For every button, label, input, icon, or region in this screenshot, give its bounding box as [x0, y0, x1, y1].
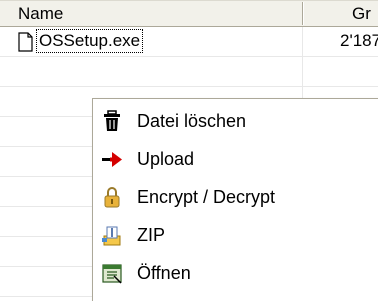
column-divider[interactable] — [302, 2, 304, 25]
lock-icon — [104, 187, 120, 208]
zip-archive-icon — [102, 226, 121, 246]
file-icon — [18, 32, 33, 52]
menu-item-open[interactable]: Öffnen — [93, 255, 378, 291]
menu-item-label: Datei löschen — [137, 111, 247, 131]
file-size: 2'187 — [340, 31, 378, 50]
menu-item-label: Encrypt / Decrypt — [137, 187, 276, 207]
row-divider — [302, 27, 303, 56]
column-header-name[interactable]: Name — [18, 1, 304, 26]
menu-item-label: Upload — [137, 149, 195, 169]
menu-item-upload[interactable]: Upload — [93, 141, 378, 177]
context-menu: Datei löschen Upload Encrypt / Decrypt Z… — [92, 98, 378, 301]
file-name[interactable]: OSSetup.exe — [35, 29, 144, 53]
open-icon — [102, 264, 122, 284]
menu-item-zip[interactable]: ZIP — [93, 217, 378, 253]
column-header-size[interactable]: Gr — [352, 1, 378, 26]
menu-item-encrypt-decrypt[interactable]: Encrypt / Decrypt — [93, 179, 378, 215]
menu-item-delete-file[interactable]: Datei löschen — [93, 103, 378, 139]
menu-item-label: Öffnen — [137, 263, 191, 283]
upload-arrow-icon — [102, 152, 122, 167]
trash-icon — [104, 110, 120, 131]
row-divider — [302, 57, 303, 86]
list-header: Name Gr — [0, 0, 378, 27]
table-row — [0, 57, 378, 87]
menu-item-label: ZIP — [137, 225, 166, 245]
table-row[interactable]: OSSetup.exe 2'187 — [0, 27, 378, 57]
